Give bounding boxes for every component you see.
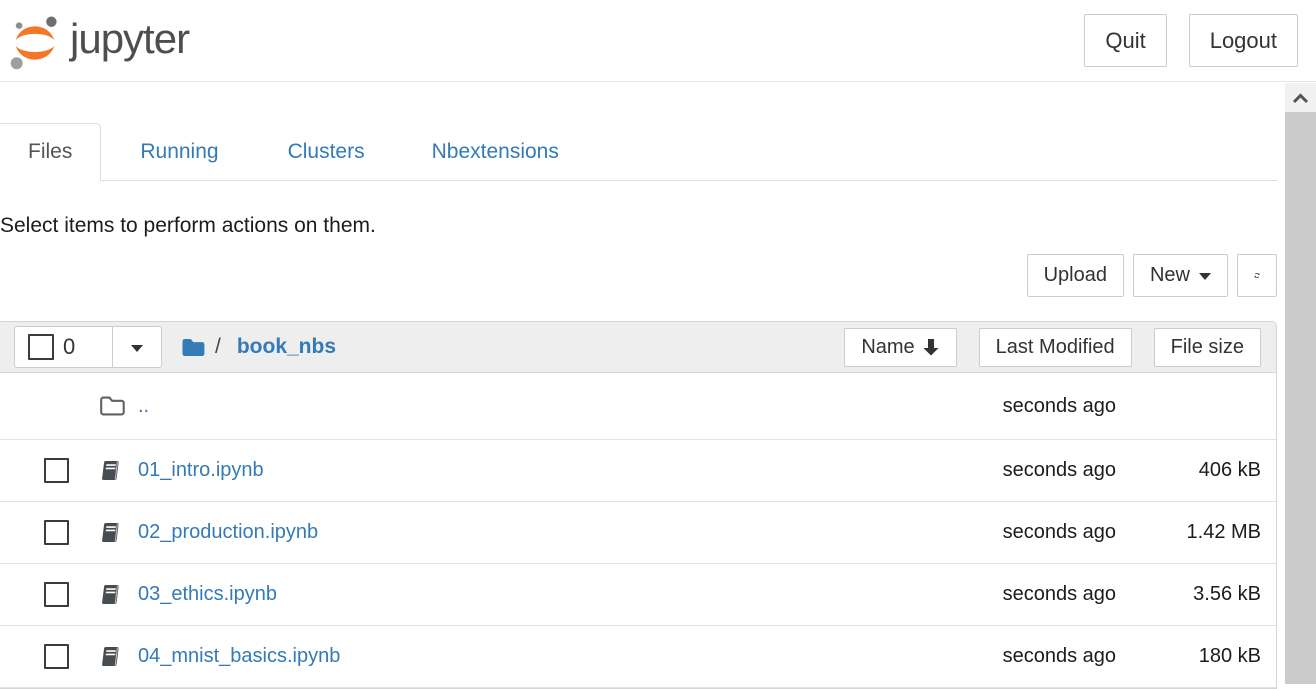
quit-button[interactable]: Quit: [1084, 14, 1166, 67]
select-dropdown-button[interactable]: [112, 326, 162, 368]
sort-name-label: Name: [861, 336, 914, 359]
hint-text: Select items to perform actions on them.: [0, 211, 1277, 240]
file-size-text: 3.56 kB: [1116, 583, 1261, 606]
selected-count: 0: [63, 334, 75, 360]
jupyter-planet-icon: [8, 13, 62, 71]
notebook-icon: [99, 583, 126, 606]
tab-bar: Files Running Clusters Nbextensions: [0, 123, 1277, 181]
scroll-up-button[interactable]: [1285, 83, 1316, 112]
breadcrumb-current-folder[interactable]: book_nbs: [237, 335, 336, 359]
sort-by-size-button[interactable]: File size: [1154, 328, 1261, 367]
action-row: Upload New: [0, 254, 1277, 297]
notebook-icon: [99, 459, 126, 482]
select-all-checkbox[interactable]: [28, 334, 54, 360]
row-checkbox[interactable]: [44, 520, 69, 545]
caret-down-icon: [1199, 273, 1211, 280]
select-button-group: 0: [14, 326, 162, 368]
notebook-icon: [99, 645, 126, 668]
row-checkbox[interactable]: [44, 582, 69, 607]
table-row[interactable]: 02_production.ipynb seconds ago 1.42 MB: [0, 502, 1276, 564]
sort-by-name-button[interactable]: Name: [844, 328, 956, 367]
last-modified-text: seconds ago: [1003, 395, 1116, 418]
table-row[interactable]: .. seconds ago: [0, 373, 1276, 440]
caret-down-icon: [131, 345, 143, 352]
file-link[interactable]: 03_ethics.ipynb: [138, 583, 277, 606]
folder-icon[interactable]: [181, 337, 206, 358]
folder-open-icon: [99, 395, 126, 417]
row-checkbox[interactable]: [44, 458, 69, 483]
notebook-list: 0 / book_nbs Name: [0, 321, 1277, 689]
scrollbar-thumb[interactable]: [1285, 112, 1316, 684]
table-row[interactable]: 04_mnist_basics.ipynb seconds ago 180 kB: [0, 626, 1276, 688]
row-checkbox[interactable]: [44, 644, 69, 669]
arrow-down-icon: [922, 337, 940, 357]
app-header: jupyter Quit Logout: [0, 0, 1316, 82]
file-size-text: 406 kB: [1116, 459, 1261, 482]
last-modified-text: seconds ago: [1003, 521, 1116, 544]
sort-by-modified-button[interactable]: Last Modified: [979, 328, 1132, 367]
new-dropdown-button[interactable]: New: [1133, 254, 1228, 297]
refresh-icon: [1254, 265, 1260, 286]
file-size-text: 1.42 MB: [1116, 521, 1261, 544]
breadcrumb-separator: /: [215, 335, 221, 359]
file-link[interactable]: 02_production.ipynb: [138, 521, 318, 544]
upload-button[interactable]: Upload: [1027, 254, 1124, 297]
jupyter-logo: jupyter: [8, 11, 189, 71]
file-rows: .. seconds ago 01_intro.ipynb seconds ag…: [0, 373, 1276, 688]
tab-nbextensions[interactable]: Nbextensions: [410, 123, 581, 180]
brand-wordmark: jupyter: [70, 15, 189, 67]
file-link[interactable]: ..: [138, 395, 149, 418]
table-row[interactable]: 03_ethics.ipynb seconds ago 3.56 kB: [0, 564, 1276, 626]
main-content: Files Running Clusters Nbextensions Sele…: [0, 123, 1277, 689]
notebook-icon: [99, 521, 126, 544]
sort-buttons: Name Last Modified File size: [844, 328, 1261, 367]
file-size-text: 180 kB: [1116, 645, 1261, 668]
tab-clusters[interactable]: Clusters: [266, 123, 387, 180]
select-all-button[interactable]: 0: [14, 326, 113, 368]
file-link[interactable]: 01_intro.ipynb: [138, 459, 264, 482]
new-button-label: New: [1150, 262, 1190, 289]
refresh-button[interactable]: [1237, 254, 1277, 297]
last-modified-text: seconds ago: [1003, 645, 1116, 668]
tab-files[interactable]: Files: [0, 123, 101, 181]
logout-button[interactable]: Logout: [1189, 14, 1298, 67]
list-toolbar: 0 / book_nbs Name: [0, 322, 1276, 373]
vertical-scrollbar[interactable]: [1285, 83, 1316, 684]
tab-running[interactable]: Running: [118, 123, 240, 180]
chevron-up-icon: [1291, 92, 1310, 104]
table-row[interactable]: 01_intro.ipynb seconds ago 406 kB: [0, 440, 1276, 502]
last-modified-text: seconds ago: [1003, 459, 1116, 482]
breadcrumb: / book_nbs: [181, 335, 336, 359]
file-link[interactable]: 04_mnist_basics.ipynb: [138, 645, 340, 668]
last-modified-text: seconds ago: [1003, 583, 1116, 606]
